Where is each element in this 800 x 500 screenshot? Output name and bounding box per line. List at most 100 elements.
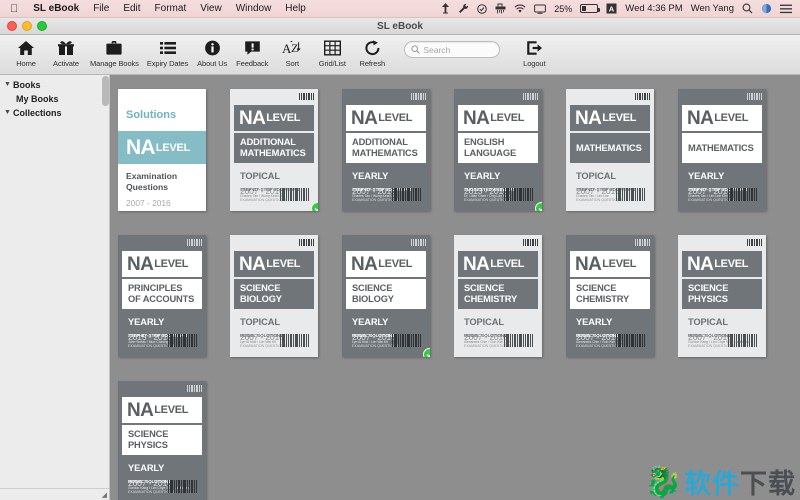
- book-card[interactable]: NA LEVEL ADDITIONAL MATHEMATICS TOPICAL STEP-…: [230, 89, 318, 211]
- book-years: 2007 - 2016: [576, 186, 620, 196]
- book-footer: YEARLY SUGGESTED ANSWERS Dr. Lilian Chee /…: [458, 167, 538, 207]
- book-na-text: NA: [687, 253, 714, 275]
- book-card[interactable]: Solutions NA LEVEL Examination Questions 2007…: [118, 89, 206, 211]
- apple-logo-icon[interactable]: : [4, 3, 26, 15]
- barcode-small-icon: [299, 93, 313, 102]
- book-card[interactable]: NA LEVEL MATHEMATICS TOPICAL STEP-BY-STEP SO…: [566, 89, 654, 211]
- menu-file[interactable]: File: [86, 3, 116, 14]
- toolbar-sort-button[interactable]: AZ Sort: [272, 37, 312, 68]
- control-center-icon[interactable]: [776, 4, 796, 14]
- shredder-icon[interactable]: [491, 3, 510, 14]
- toolbar-manage-books-label: Manage Books: [90, 59, 139, 68]
- toolbar-refresh-label: Refresh: [359, 59, 386, 68]
- toolbar-expiry-dates-button[interactable]: Expiry Dates: [143, 37, 192, 68]
- chevron-down-icon[interactable]: ▼: [4, 79, 11, 91]
- book-subject-band: MATHEMATICS: [682, 133, 762, 163]
- book-na-text: NA: [575, 107, 602, 129]
- toolbar-home-button[interactable]: Home: [6, 37, 46, 68]
- toolbar-grid-list-button[interactable]: Grid/List: [312, 37, 352, 68]
- book-na-band: NA LEVEL: [234, 105, 314, 131]
- book-exam-label: EXAMINATION QUESTIONS: [688, 198, 735, 202]
- screen-mirroring-icon[interactable]: [530, 4, 550, 14]
- book-level-text: LEVEL: [490, 111, 525, 124]
- book-na-band: NA LEVEL: [682, 251, 762, 277]
- book-subject-line2: OF ACCOUNTS: [128, 294, 195, 304]
- book-exam-label: EXAMINATION QUESTIONS: [464, 344, 511, 348]
- book-subject-band: SCIENCE CHEMISTRY: [570, 279, 650, 309]
- book-type: TOPICAL: [688, 317, 728, 327]
- book-footer: TOPICAL MODEL SOLUTIONS Lye Ai Kiat / Loh …: [234, 313, 314, 353]
- book-card[interactable]: NA LEVEL ENGLISH LANGUAGE YEARLY SUGGESTED AN…: [454, 89, 542, 211]
- menubar-user[interactable]: Wen Yang: [687, 3, 738, 14]
- sidebar-item-my-books-label: My Books: [16, 94, 59, 104]
- menubar-app-name[interactable]: SL eBook: [26, 3, 86, 14]
- sidebar-item-books[interactable]: ▼ Books: [0, 78, 109, 92]
- battery-icon[interactable]: [576, 4, 602, 13]
- sidebar-scrollbar[interactable]: [102, 76, 109, 106]
- book-na-band: NA LEVEL: [570, 105, 650, 131]
- book-footer: YEARLY STEP-BY-STEP SOLUTIONS Charles Tan …: [346, 167, 426, 207]
- notification-center-icon[interactable]: [757, 3, 776, 14]
- svg-text:A: A: [609, 4, 615, 13]
- menu-window[interactable]: Window: [229, 3, 279, 14]
- search-input[interactable]: Search: [404, 41, 501, 58]
- menubar-clock[interactable]: Wed 4:36 PM: [621, 3, 686, 14]
- book-subject-line2: CHEMISTRY: [464, 294, 518, 304]
- book-card[interactable]: NA LEVEL PRINCIPLES OF ACCOUNTS YEARLY STEP-B…: [118, 235, 206, 357]
- checkbox-icon[interactable]: [473, 3, 491, 14]
- toolbar-refresh-button[interactable]: Refresh: [352, 37, 392, 68]
- book-type: YEARLY: [576, 317, 613, 327]
- toolbar-about-us-button[interactable]: About Us: [192, 37, 232, 68]
- barcode-small-icon: [299, 239, 313, 248]
- book-card[interactable]: NA LEVEL MATHEMATICS YEARLY STEP-BY-STEP SOL…: [678, 89, 766, 211]
- barcode-small-icon: [411, 239, 425, 248]
- menu-view[interactable]: View: [193, 3, 229, 14]
- menu-help[interactable]: Help: [278, 3, 313, 14]
- book-subject-line2: MATHEMATICS: [352, 148, 418, 158]
- book-card[interactable]: NA LEVEL SCIENCE CHEMISTRY TOPICAL MODEL SOLU…: [454, 235, 542, 357]
- book-na-band: NA LEVEL: [118, 131, 206, 164]
- sidebar-item-collections[interactable]: ▼ Collections: [0, 106, 109, 120]
- book-card[interactable]: NA LEVEL SCIENCE BIOLOGY TOPICAL MODEL SOLUTI…: [230, 235, 318, 357]
- book-exam-label: EXAMINATION QUESTIONS: [464, 198, 511, 202]
- book-na-text: NA: [575, 253, 602, 275]
- book-na-text: NA: [239, 107, 266, 129]
- resize-grip-icon[interactable]: ◢: [102, 491, 107, 499]
- chevron-down-icon-2[interactable]: ▼: [4, 107, 11, 119]
- menu-format[interactable]: Format: [148, 3, 194, 14]
- book-level-text: LEVEL: [378, 257, 413, 270]
- toolbar-activate-button[interactable]: Activate: [46, 37, 86, 68]
- toolbar-feedback-label: Feedback: [236, 59, 269, 68]
- grid-icon: [323, 38, 341, 58]
- book-card[interactable]: NA LEVEL SCIENCE PHYSICS YEARLY MODEL SOLUTIO…: [118, 381, 206, 500]
- book-na-text: NA: [463, 253, 490, 275]
- book-card[interactable]: NA LEVEL SCIENCE CHEMISTRY YEARLY MODEL SOLUT…: [566, 235, 654, 357]
- toolbar-expiry-dates-label: Expiry Dates: [146, 59, 189, 68]
- book-subject-line2: PHYSICS: [128, 440, 168, 450]
- book-card[interactable]: NA LEVEL SCIENCE BIOLOGY YEARLY MODEL SOLUTIO…: [342, 235, 430, 357]
- book-card[interactable]: NA LEVEL ADDITIONAL MATHEMATICS YEARLY STEP-B…: [342, 89, 430, 211]
- book-card[interactable]: NA LEVEL SCIENCE PHYSICS TOPICAL MODEL SOLUTI…: [678, 235, 766, 357]
- book-level-text: LEVEL: [266, 111, 301, 124]
- window-titlebar[interactable]: SL eBook: [0, 18, 800, 35]
- menu-edit[interactable]: Edit: [116, 3, 147, 14]
- comment-icon: [244, 38, 261, 58]
- book-subject-band: SCIENCE BIOLOGY: [234, 279, 314, 309]
- wrench-icon[interactable]: [454, 3, 473, 14]
- input-source-icon[interactable]: A: [602, 3, 621, 14]
- airplay-icon[interactable]: [437, 3, 454, 14]
- book-na-text: NA: [351, 253, 378, 275]
- book-subject-line1: SCIENCE: [688, 283, 729, 293]
- spotlight-search-icon[interactable]: [738, 3, 757, 14]
- home-icon: [17, 38, 35, 58]
- book-exam-label: EXAMINATION QUESTIONS: [688, 344, 735, 348]
- toolbar-logout-button[interactable]: Logout: [514, 37, 554, 68]
- toolbar-grid-list-label: Grid/List: [318, 59, 346, 68]
- toolbar-manage-books-button[interactable]: Manage Books: [86, 37, 143, 68]
- owned-badge: [311, 202, 318, 211]
- wifi-icon[interactable]: [510, 4, 530, 14]
- book-footer: YEARLY MODEL SOLUTIONS Gordon Kang / Lim C…: [122, 459, 202, 499]
- sidebar-item-my-books[interactable]: My Books: [0, 92, 109, 106]
- book-na-band: NA LEVEL: [122, 397, 202, 423]
- toolbar-feedback-button[interactable]: Feedback: [232, 37, 272, 68]
